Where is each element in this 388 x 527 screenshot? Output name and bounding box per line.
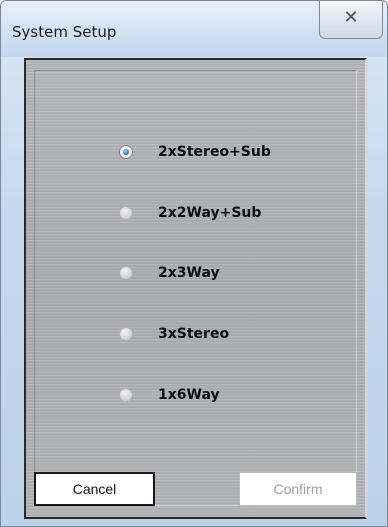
confirm-button[interactable]: Confirm (239, 472, 357, 506)
cancel-button[interactable]: Cancel (34, 472, 155, 506)
setup-panel: 2xStereo+Sub 2x2Way+Sub 2x3Way 3xStereo … (24, 58, 367, 519)
close-button[interactable]: ✕ (319, 1, 383, 39)
option-2x3way[interactable]: 2x3Way (119, 261, 220, 285)
panel-inner-border (34, 70, 357, 506)
system-setup-dialog: System Setup ✕ 2xStereo+Sub 2x2Way+Sub 2… (0, 0, 388, 527)
title-bar[interactable]: System Setup ✕ (1, 1, 387, 57)
option-2x2way-sub[interactable]: 2x2Way+Sub (119, 201, 261, 225)
radio-icon[interactable] (119, 206, 133, 220)
radio-icon[interactable] (119, 266, 133, 280)
option-label: 1x6Way (158, 387, 220, 403)
option-label: 2xStereo+Sub (158, 144, 271, 160)
radio-icon[interactable] (119, 327, 133, 341)
option-2xstereo-sub[interactable]: 2xStereo+Sub (119, 140, 271, 164)
option-label: 3xStereo (158, 326, 230, 342)
option-label: 2x3Way (158, 265, 220, 281)
option-1x6way[interactable]: 1x6Way (119, 383, 220, 407)
window-title: System Setup (12, 23, 117, 41)
radio-selected-icon[interactable] (119, 145, 133, 159)
radio-icon[interactable] (119, 388, 133, 402)
close-icon: ✕ (343, 7, 359, 28)
option-3xstereo[interactable]: 3xStereo (119, 322, 229, 346)
option-label: 2x2Way+Sub (158, 205, 262, 221)
